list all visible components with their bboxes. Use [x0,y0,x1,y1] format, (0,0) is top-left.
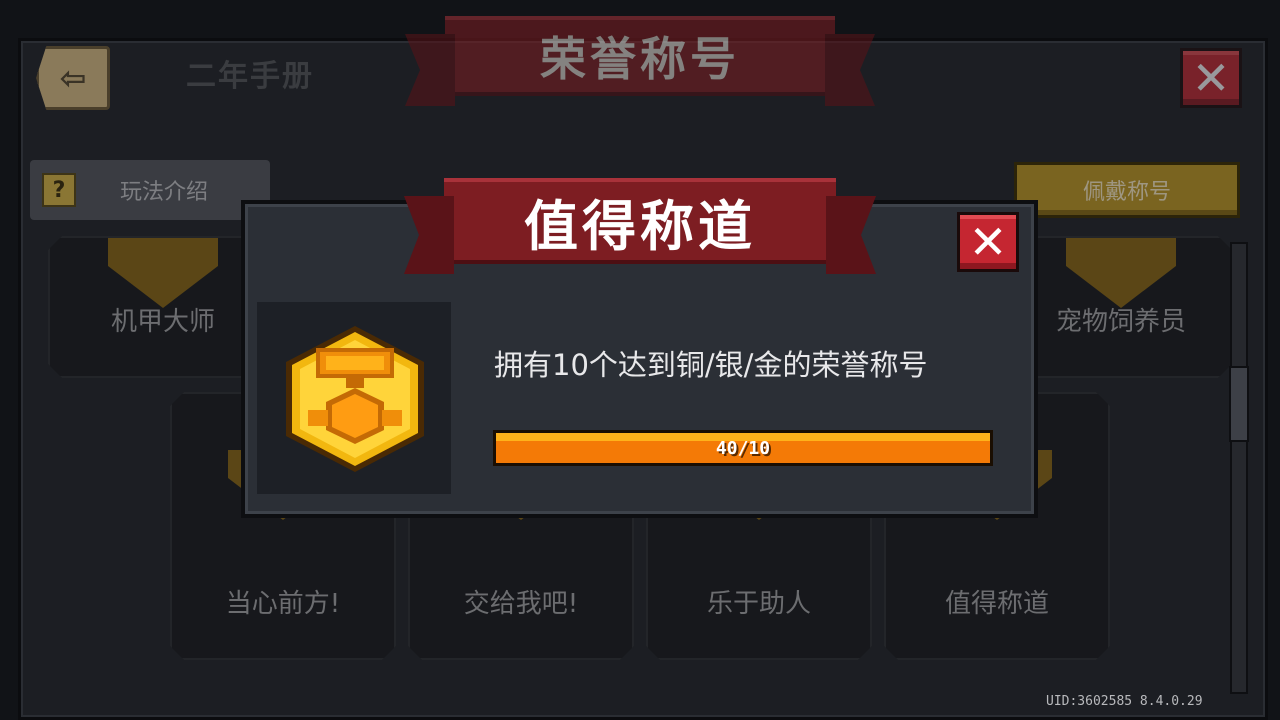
page-title: 荣誉称号 [540,32,740,86]
close-icon: ✕ [1191,51,1231,105]
background-header-text: 二年手册 [186,59,314,94]
scrollbar-thumb[interactable] [1229,366,1249,442]
card-label: 值得称道 [944,589,1049,619]
uid-version-text: UID:3602585 8.4.0.29 [1046,694,1203,709]
gold-trophy-medal-icon [286,326,424,472]
card-label: 乐于助人 [706,589,811,619]
back-button[interactable]: ⇦ [36,46,110,110]
medal-icon [1066,238,1176,308]
window-close-button[interactable]: ✕ [1180,48,1242,108]
question-icon: ? [42,173,76,207]
title-requirement-text: 拥有10个达到铜/银/金的荣誉称号 [494,348,928,382]
help-button[interactable]: ? 玩法介绍 [30,160,270,220]
wear-title-button[interactable]: 佩戴称号 [1014,162,1240,218]
card-label: 当心前方! [225,589,341,619]
help-label: 玩法介绍 [120,180,209,205]
page-title-ribbon: 荣誉称号 [445,16,835,96]
dialog-title: 值得称道 [524,194,756,258]
scrollbar-track[interactable] [1230,242,1248,694]
title-card-pet-keeper[interactable]: 宠物饲养员 [1010,236,1232,378]
close-icon: ✕ [968,215,1008,269]
card-label: 交给我吧! [463,589,579,619]
dialog-close-button[interactable]: ✕ [957,212,1019,272]
back-arrow-icon: ⇦ [59,59,87,97]
dialog-title-ribbon: 值得称道 [444,178,836,264]
progress-text: 40/10 [715,437,771,459]
progress-bar: 40/10 [493,430,993,466]
medal-icon [108,238,218,308]
